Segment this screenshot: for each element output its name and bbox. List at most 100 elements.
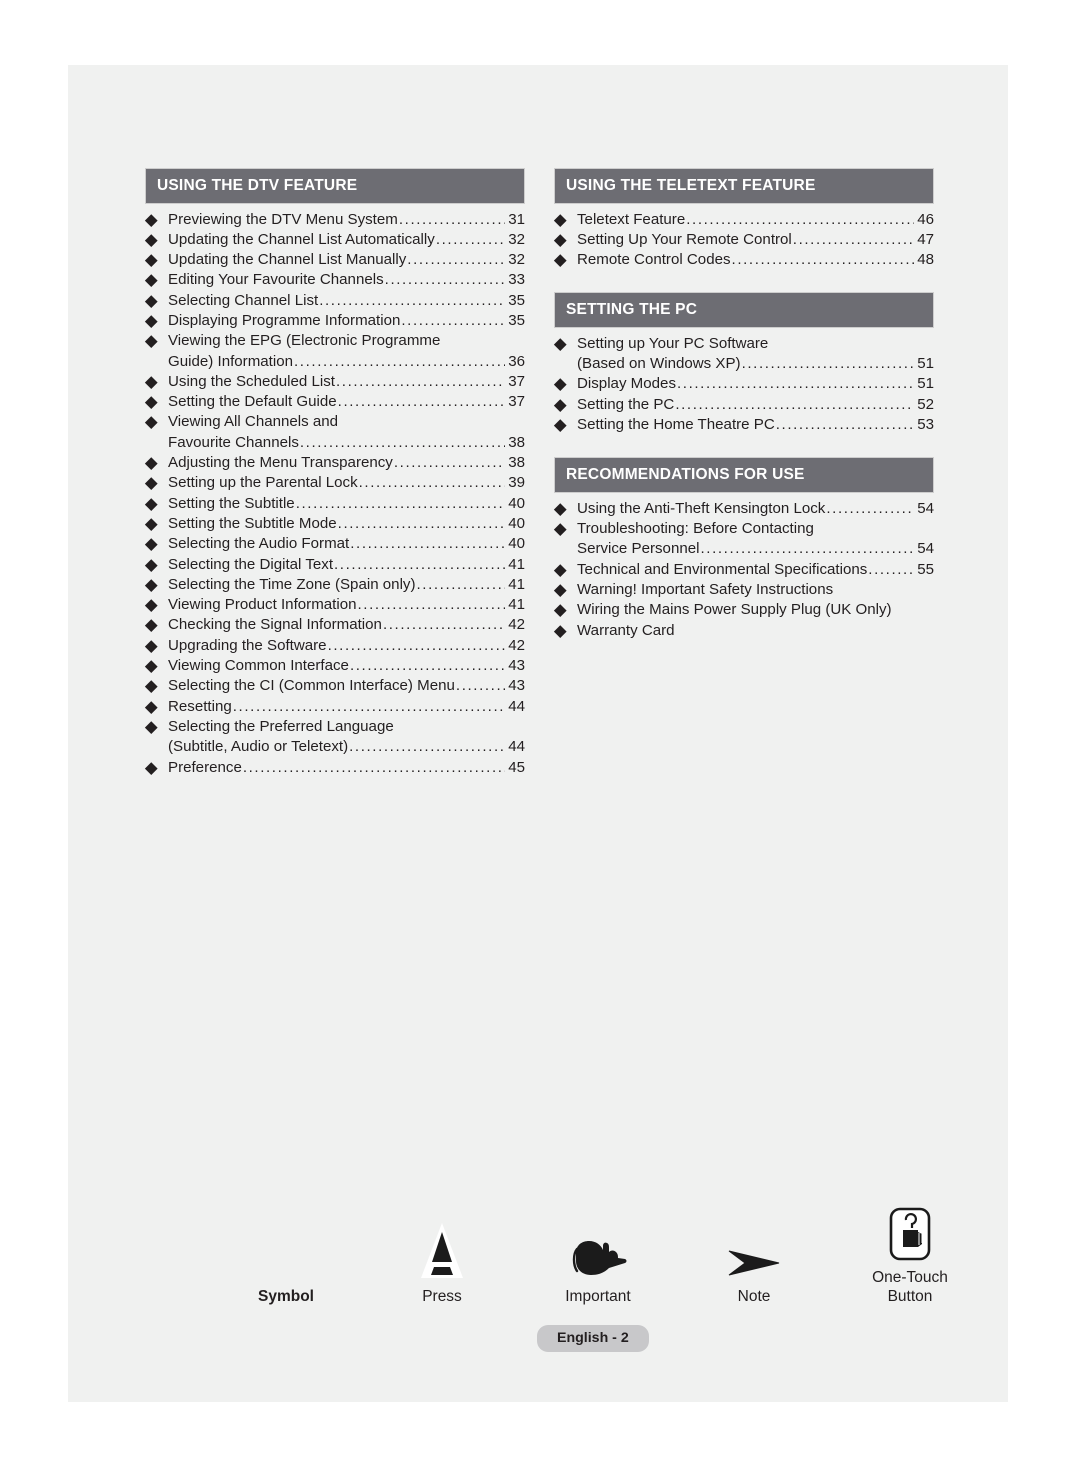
legend-item: One-Touch Button <box>832 1200 988 1306</box>
toc-page-number: 40 <box>508 535 525 553</box>
toc-entry-line: Warranty Card <box>577 621 934 641</box>
toc-entry[interactable]: Troubleshooting: Before Contacting Servic… <box>554 519 934 560</box>
toc-entry-line: Selecting the Audio Format 40 <box>168 534 525 554</box>
toc-page-number: 40 <box>508 514 525 532</box>
toc-page-number: 53 <box>917 416 934 434</box>
toc-page-number: 42 <box>508 636 525 654</box>
toc-entry[interactable]: Teletext Feature 46 <box>554 210 934 230</box>
diamond-bullet-icon <box>145 376 158 389</box>
toc-entry[interactable]: Remote Control Codes 48 <box>554 250 934 270</box>
arrow-note-icon <box>676 1219 832 1281</box>
toc-entry[interactable]: Selecting the CI (Common Interface) Menu… <box>145 676 525 696</box>
toc-page-number: 31 <box>508 210 525 228</box>
toc-entry-title: Selecting the Audio Format <box>168 535 350 553</box>
toc-section: RECOMMENDATIONS FOR USE Using the Anti-Th… <box>554 457 934 641</box>
toc-entry[interactable]: Display Modes 51 <box>554 374 934 394</box>
toc-entry-line: Wiring the Mains Power Supply Plug (UK O… <box>577 600 934 620</box>
toc-entry-title: Viewing Common Interface <box>168 657 349 675</box>
toc-entry-title: Setting the Subtitle Mode <box>168 514 337 532</box>
legend-spacer <box>208 1219 364 1281</box>
toc-entry-title: Previewing the DTV Menu System <box>168 210 398 228</box>
toc-entry[interactable]: Updating the Channel List Automatically 3… <box>145 230 525 250</box>
press-triangle-icon <box>364 1219 520 1281</box>
diamond-bullet-icon <box>145 761 158 774</box>
toc-page-number: 48 <box>917 251 934 269</box>
toc-entry[interactable]: Setting the Subtitle Mode 40 <box>145 514 525 534</box>
toc-entry-list: Teletext Feature 46 Setting Up Your Remote… <box>554 204 934 271</box>
toc-entry-line: Troubleshooting: Before Contacting <box>577 519 934 539</box>
toc-entry-line: Viewing All Channels and <box>168 412 525 432</box>
dot-leader <box>826 499 914 519</box>
diamond-bullet-icon <box>554 378 567 391</box>
diamond-bullet-icon <box>145 477 158 490</box>
toc-column: USING THE DTV FEATURE Previewing the DTV … <box>145 168 525 778</box>
section-header: SETTING THE PC <box>554 292 934 328</box>
toc-entry[interactable]: Upgrading the Software 42 <box>145 636 525 656</box>
toc-entry[interactable]: Setting the Subtitle 40 <box>145 494 525 514</box>
dot-leader <box>456 676 505 696</box>
toc-entry[interactable]: Warning! Important Safety Instructions <box>554 580 934 600</box>
toc-entry[interactable]: Setting the PC 52 <box>554 395 934 415</box>
toc-entry-title: Remote Control Codes <box>577 251 731 269</box>
toc-entry[interactable]: Warranty Card <box>554 621 934 641</box>
toc-page-number: 47 <box>917 230 934 248</box>
toc-entry[interactable]: Setting up Your PC Software (Based on Win… <box>554 334 934 375</box>
toc-entry[interactable]: Selecting the Preferred Language (Subtitl… <box>145 717 525 758</box>
toc-entry-line: Teletext Feature 46 <box>577 210 934 230</box>
toc-page-number: 55 <box>917 560 934 578</box>
toc-entry-list: Using the Anti-Theft Kensington Lock54Tr… <box>554 493 934 641</box>
dot-leader <box>359 473 505 493</box>
toc-section: SETTING THE PC Setting up Your PC Softwar… <box>554 292 934 435</box>
diamond-bullet-icon <box>145 721 158 734</box>
toc-entry[interactable]: Updating the Channel List Manually 32 <box>145 250 525 270</box>
toc-entry[interactable]: Viewing Common Interface 43 <box>145 656 525 676</box>
toc-entry[interactable]: Preference 45 <box>145 758 525 778</box>
toc-entry[interactable]: Selecting the Audio Format 40 <box>145 534 525 554</box>
toc-entry[interactable]: Adjusting the Menu Transparency 38 <box>145 453 525 473</box>
toc-entry-title: Guide) Information <box>168 352 294 370</box>
toc-entry[interactable]: Viewing All Channels and Favourite Channe… <box>145 412 525 453</box>
symbol-legend: Symbol Press Important Note One-Touch Button <box>208 1200 988 1306</box>
toc-entry[interactable]: Using the Anti-Theft Kensington Lock 54 <box>554 499 934 519</box>
section-header: RECOMMENDATIONS FOR USE <box>554 457 934 493</box>
manual-page: USING THE DTV FEATURE Previewing the DTV … <box>68 65 1008 1402</box>
toc-entry[interactable]: Selecting the Digital Text 41 <box>145 555 525 575</box>
toc-entry-title: Viewing Product Information <box>168 596 357 614</box>
toc-entry[interactable]: Previewing the DTV Menu System 31 <box>145 210 525 230</box>
toc-entry[interactable]: Using the Scheduled List 37 <box>145 372 525 392</box>
toc-entry-title: Display Modes <box>577 375 676 393</box>
toc-entry[interactable]: Selecting Channel List 35 <box>145 291 525 311</box>
toc-entry[interactable]: Resetting 44 <box>145 697 525 717</box>
table-of-contents: USING THE DTV FEATURE Previewing the DTV … <box>145 168 935 778</box>
toc-entry[interactable]: Checking the Signal Information 42 <box>145 615 525 635</box>
toc-entry-title: Teletext Feature <box>577 210 686 228</box>
toc-entry[interactable]: Setting Up Your Remote Control 47 <box>554 230 934 250</box>
dot-leader <box>336 372 505 392</box>
toc-entry-line: Checking the Signal Information 42 <box>168 615 525 635</box>
legend-symbol-label: Symbol <box>208 1219 364 1306</box>
toc-entry[interactable]: Viewing Product Information 41 <box>145 595 525 615</box>
diamond-bullet-icon <box>145 639 158 652</box>
toc-entry-title: Preference <box>168 758 242 776</box>
toc-entry[interactable]: Editing Your Favourite Channels 33 <box>145 270 525 290</box>
toc-entry[interactable]: Setting the Default Guide 37 <box>145 392 525 412</box>
dot-leader <box>338 514 505 534</box>
toc-entry-title: Viewing All Channels and <box>168 413 339 431</box>
toc-entry[interactable]: Wiring the Mains Power Supply Plug (UK O… <box>554 600 934 620</box>
toc-page-number: 43 <box>508 677 525 695</box>
toc-entry[interactable]: Setting the Home Theatre PC 53 <box>554 415 934 435</box>
toc-entry[interactable]: Technical and Environmental Specificatio… <box>554 560 934 580</box>
toc-entry[interactable]: Setting up the Parental Lock 39 <box>145 473 525 493</box>
dot-leader <box>417 575 506 595</box>
diamond-bullet-icon <box>554 399 567 412</box>
toc-entry-title: Warranty Card <box>577 621 675 639</box>
legend-caption: One-Touch Button <box>872 1269 948 1305</box>
dot-leader <box>349 737 505 757</box>
toc-entry[interactable]: Selecting the Time Zone (Spain only) 41 <box>145 575 525 595</box>
toc-entry-line: Selecting the Digital Text 41 <box>168 555 525 575</box>
toc-entry[interactable]: Viewing the EPG (Electronic Programme Gui… <box>145 331 525 372</box>
dot-leader <box>407 250 505 270</box>
toc-entry-title: (Subtitle, Audio or Teletext) <box>168 738 349 756</box>
dot-leader <box>294 352 505 372</box>
toc-entry[interactable]: Displaying Programme Information 35 <box>145 311 525 331</box>
